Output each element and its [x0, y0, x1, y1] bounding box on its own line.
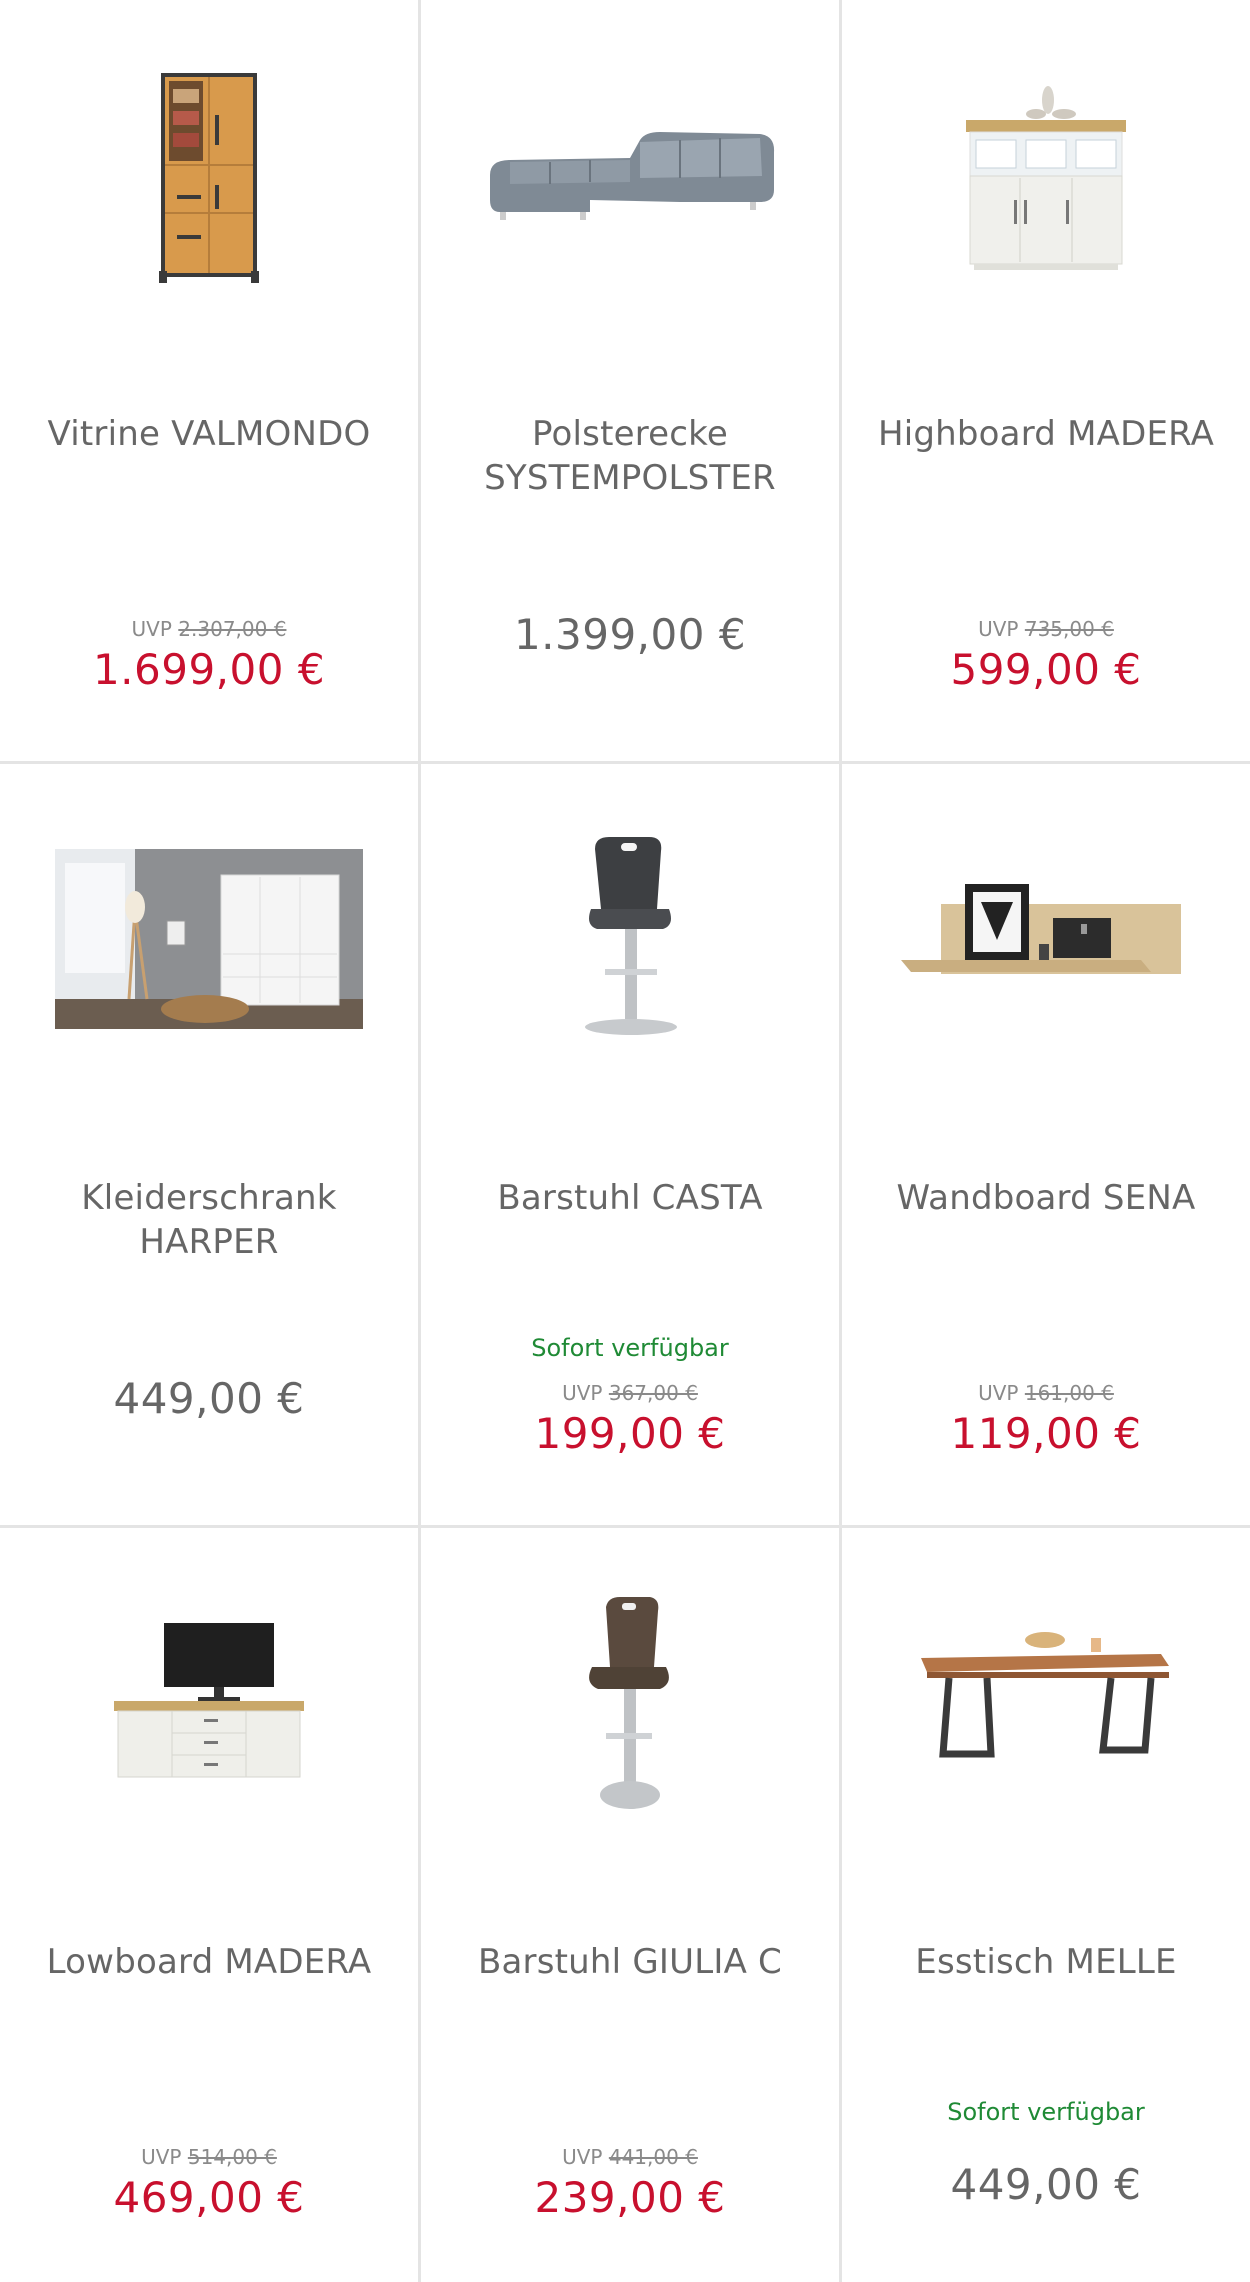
uvp-label: UVP [978, 1381, 1019, 1405]
availability-label: Sofort verfügbar [531, 1334, 729, 1362]
product-name[interactable]: Esstisch MELLE [862, 1940, 1230, 1984]
product-image-esstisch[interactable] [842, 1548, 1250, 1858]
product-card-polsterecke-systempolster[interactable]: Polsterecke SYSTEMPOLSTER 1.399,00 € [421, 0, 839, 761]
kleiderschrank-image [55, 849, 363, 1029]
product-price: 449,00 € [950, 2160, 1142, 2209]
uvp-label: UVP [131, 617, 172, 641]
product-card-kleiderschrank-harper[interactable]: Kleiderschrank HARPER 449,00 € [0, 764, 418, 1525]
product-image-kleiderschrank[interactable] [0, 784, 418, 1094]
product-uvp: UVP 367,00 € [421, 1381, 839, 1405]
product-price: 1.399,00 € [513, 610, 747, 659]
uvp-price: 161,00 € [1024, 1381, 1114, 1405]
product-uvp: UVP 2.307,00 € [0, 617, 418, 641]
uvp-label: UVP [562, 2145, 603, 2169]
product-name[interactable]: Barstuhl GIULIA C [441, 1940, 819, 1984]
barstuhl-image [589, 1597, 669, 1809]
product-uvp: UVP 161,00 € [842, 1381, 1250, 1405]
product-name[interactable]: Kleiderschrank HARPER [20, 1176, 398, 1264]
availability-label: Sofort verfügbar [947, 2098, 1145, 2126]
product-image-polsterecke[interactable] [421, 20, 839, 330]
highboard-image [966, 86, 1126, 270]
product-price: 599,00 € [950, 645, 1142, 694]
uvp-label: UVP [141, 2145, 182, 2169]
uvp-label: UVP [562, 1381, 603, 1405]
esstisch-image [921, 1632, 1169, 1758]
product-name[interactable]: Lowboard MADERA [20, 1940, 398, 1984]
product-card-barstuhl-giulia-c[interactable]: Barstuhl GIULIA C UVP 441,00 € 239,00 € [421, 1528, 839, 2282]
product-image-lowboard[interactable] [0, 1548, 418, 1858]
product-grid: Vitrine VALMONDO UVP 2.307,00 € 1.699,00… [0, 0, 1250, 2282]
vitrine-image [159, 73, 259, 283]
product-image-barstuhl-casta[interactable] [421, 784, 839, 1094]
barstuhl-image [585, 837, 677, 1035]
product-price: 449,00 € [113, 1374, 305, 1423]
product-name[interactable]: Wandboard SENA [862, 1176, 1230, 1220]
product-price: 1.699,00 € [92, 645, 326, 694]
product-card-barstuhl-casta[interactable]: Barstuhl CASTA Sofort verfügbar UVP 367,… [421, 764, 839, 1525]
uvp-price: 514,00 € [187, 2145, 277, 2169]
product-card-esstisch-melle[interactable]: Esstisch MELLE Sofort verfügbar 449,00 € [842, 1528, 1250, 2282]
product-uvp: UVP 514,00 € [0, 2145, 418, 2169]
uvp-price: 2.307,00 € [178, 617, 287, 641]
product-uvp: UVP 735,00 € [842, 617, 1250, 641]
product-name[interactable]: Highboard MADERA [862, 412, 1230, 456]
product-image-highboard[interactable] [842, 20, 1250, 330]
product-name[interactable]: Barstuhl CASTA [441, 1176, 819, 1220]
product-name[interactable]: Vitrine VALMONDO [20, 412, 398, 456]
uvp-price: 367,00 € [608, 1381, 698, 1405]
product-card-vitrine-valmondo[interactable]: Vitrine VALMONDO UVP 2.307,00 € 1.699,00… [0, 0, 418, 761]
product-price: 119,00 € [950, 1409, 1142, 1458]
uvp-price: 735,00 € [1024, 617, 1114, 641]
product-uvp: UVP 441,00 € [421, 2145, 839, 2169]
product-price: 469,00 € [113, 2173, 305, 2222]
sofa-image [490, 132, 775, 220]
product-image-wandboard[interactable] [842, 784, 1250, 1094]
product-price: 199,00 € [534, 1409, 726, 1458]
uvp-price: 441,00 € [608, 2145, 698, 2169]
product-card-highboard-madera[interactable]: Highboard MADERA UVP 735,00 € 599,00 € [842, 0, 1250, 761]
product-name[interactable]: Polsterecke SYSTEMPOLSTER [441, 412, 819, 500]
product-card-wandboard-sena[interactable]: Wandboard SENA UVP 161,00 € 119,00 € [842, 764, 1250, 1525]
product-price: 239,00 € [534, 2173, 726, 2222]
uvp-label: UVP [978, 617, 1019, 641]
lowboard-image [114, 1623, 304, 1778]
product-image-vitrine[interactable] [0, 20, 418, 330]
product-card-lowboard-madera[interactable]: Lowboard MADERA UVP 514,00 € 469,00 € [0, 1528, 418, 2282]
product-image-barstuhl-giulia[interactable] [421, 1548, 839, 1858]
wandboard-image [901, 884, 1181, 974]
